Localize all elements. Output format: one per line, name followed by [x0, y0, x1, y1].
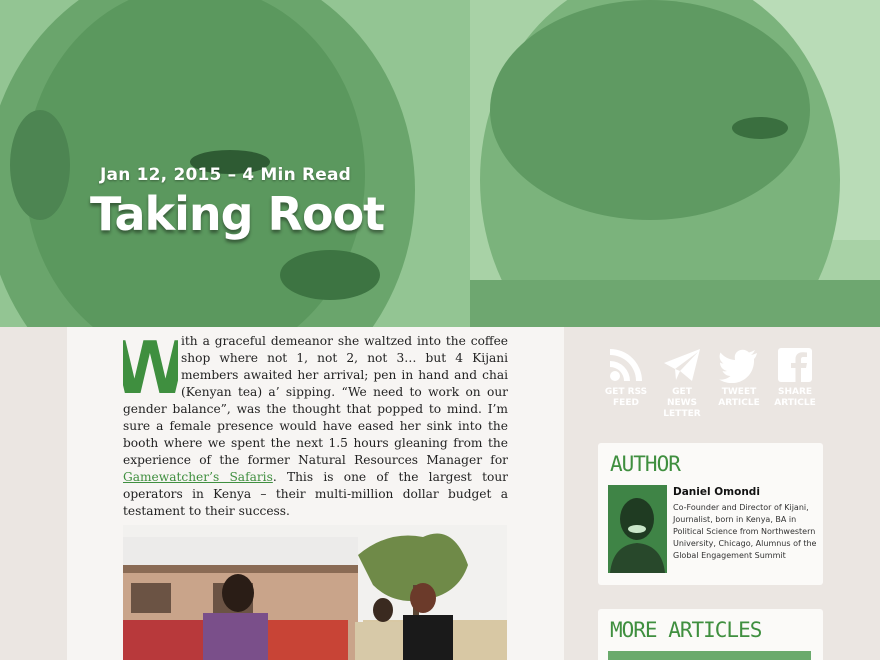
newsletter-label-1: GET NEWS — [666, 387, 698, 408]
share-label-2: ARTICLE — [774, 398, 816, 408]
rss-label-2: FEED — [613, 398, 639, 408]
tweet-label-2: ARTICLE — [718, 398, 760, 408]
facebook-share-button[interactable]: SHARE ARTICLE — [771, 347, 819, 409]
author-bio: Co-Founder and Director of Kijani, Journ… — [673, 503, 817, 560]
hero-banner: Jan 12, 2015–4 Min Read Taking Root — [0, 0, 880, 327]
newsletter-label-2: LETTER — [663, 409, 701, 419]
hero-photo — [0, 0, 880, 327]
read-time: 4 Min Read — [242, 165, 352, 185]
more-articles-card: MORE ARTICLES — [598, 609, 823, 660]
newsletter-button[interactable]: GET NEWS LETTER — [658, 347, 706, 420]
svg-text:W: W — [123, 333, 178, 397]
dropcap-letter: W — [123, 333, 178, 397]
gamewatchers-link[interactable]: Gamewatcher’s Safaris — [123, 470, 273, 484]
share-label-1: SHARE — [777, 387, 813, 397]
article-title: Taking Root — [90, 187, 385, 241]
twitter-icon — [719, 349, 757, 383]
article-text: ith a graceful demeanor she waltzed into… — [123, 334, 508, 467]
article-photo — [123, 525, 507, 660]
author-card: AUTHOR Daniel Omondi Co-Founder and Dire… — [598, 443, 823, 585]
meta-separator: – — [227, 165, 237, 185]
rss-feed-button[interactable]: GET RSS FEED — [602, 347, 650, 409]
tweet-button[interactable]: TWEET ARTICLE — [715, 347, 763, 409]
more-articles-title: MORE ARTICLES — [610, 618, 762, 642]
author-name[interactable]: Daniel Omondi — [673, 486, 760, 498]
rss-icon — [610, 349, 642, 381]
post-meta: Jan 12, 2015–4 Min Read — [100, 165, 351, 185]
more-article-thumbnail[interactable] — [608, 651, 811, 660]
article-body: W ith a graceful demeanor she waltzed in… — [123, 333, 508, 520]
paper-plane-icon — [664, 349, 700, 381]
author-card-title: AUTHOR — [610, 452, 681, 476]
facebook-icon — [778, 348, 812, 382]
tweet-label-1: TWEET — [721, 387, 757, 397]
author-avatar[interactable] — [608, 485, 667, 573]
rss-label-1: GET RSS — [604, 387, 648, 397]
post-date: Jan 12, 2015 — [100, 165, 222, 185]
